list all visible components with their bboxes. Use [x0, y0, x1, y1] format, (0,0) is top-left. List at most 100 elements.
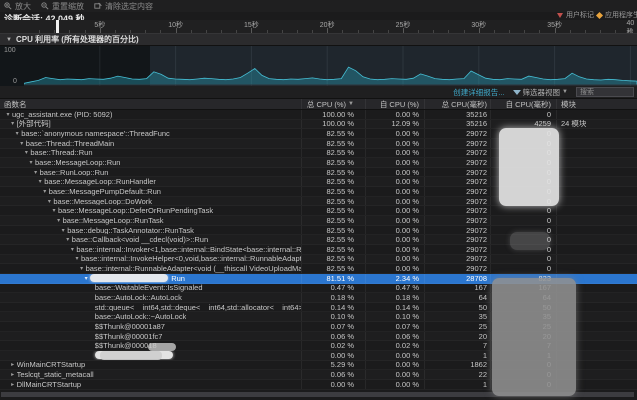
self-cpu-pct-cell: 0.00 %	[365, 235, 424, 244]
total-cpu-pct-cell: 100.00 %	[301, 110, 365, 119]
total-cpu-pct-cell: 82.55 %	[301, 206, 365, 215]
cpu-section-header[interactable]: ▼ CPU 利用率 (所有处理器的百分比)	[0, 33, 637, 46]
total-cpu-ms-cell: 1	[424, 351, 490, 360]
total-cpu-pct-cell: 0.10 %	[301, 312, 365, 321]
tree-expander-icon[interactable]: ▾	[9, 120, 17, 127]
filter-view-label: 筛选器视图	[523, 87, 561, 98]
total-cpu-ms-cell: 50	[424, 303, 490, 312]
function-name: base::MessageLoop::RunHandler	[44, 177, 156, 186]
total-cpu-ms-cell: 7	[424, 341, 490, 350]
cpu-utilization-graph[interactable]: 100 0	[0, 46, 637, 86]
total-cpu-pct-cell: 5.29 %	[301, 361, 365, 370]
zoom-reset-icon	[41, 2, 49, 10]
column-header-self-cpu-pct[interactable]: 自 CPU (%)	[365, 99, 424, 109]
self-cpu-pct-cell: 0.00 %	[365, 245, 424, 254]
total-cpu-pct-cell: 82.55 %	[301, 129, 365, 138]
module-cell	[556, 129, 637, 138]
table-row[interactable]: ▾base::internal::RunnableAdapter<void (_…	[0, 264, 637, 274]
table-row[interactable]: ▾base::MessageLoop::RunTask82.55 %0.00 %…	[0, 216, 637, 226]
self-cpu-pct-cell: 0.14 %	[365, 303, 424, 312]
column-header-total-cpu-ms[interactable]: 总 CPU(毫秒)	[424, 99, 490, 109]
total-cpu-pct-cell: 0.02 %	[301, 341, 365, 350]
total-cpu-pct-cell: 82.55 %	[301, 187, 365, 196]
total-cpu-pct-cell: 82.55 %	[301, 158, 365, 167]
tree-expander-icon[interactable]: ▾	[82, 275, 90, 282]
column-header-total-cpu-pct[interactable]: 总 CPU (%) ▼	[301, 99, 365, 109]
ruler-tick-label: 40秒	[626, 20, 634, 33]
module-cell	[556, 158, 637, 167]
cpu-section-title: CPU 利用率 (所有处理器的百分比)	[16, 34, 139, 45]
tree-expander-icon[interactable]: ▾	[41, 188, 49, 195]
search-input[interactable]	[576, 87, 634, 97]
redaction-blob-row-name	[100, 351, 162, 360]
total-cpu-pct-cell: 82.55 %	[301, 149, 365, 158]
column-header-function-name[interactable]: 函数名	[0, 99, 301, 109]
module-cell	[556, 149, 637, 158]
self-cpu-pct-cell: 0.00 %	[365, 361, 424, 370]
self-cpu-pct-cell: 12.09 %	[365, 120, 424, 129]
total-cpu-pct-cell: 82.55 %	[301, 139, 365, 148]
total-cpu-pct-cell: 0.14 %	[301, 303, 365, 312]
zoom-in-button[interactable]: 放大	[4, 1, 31, 12]
tree-expander-icon[interactable]: ▾	[18, 140, 26, 147]
column-header-self-cpu-ms[interactable]: 自 CPU(毫秒)	[490, 99, 556, 109]
tree-expander-icon[interactable]: ▾	[55, 217, 63, 224]
ruler-tick-label: 30秒	[471, 20, 486, 30]
tree-expander-icon[interactable]: ▾	[22, 149, 30, 156]
tree-expander-icon[interactable]: ▸	[9, 361, 17, 368]
tree-expander-icon[interactable]: ▾	[68, 246, 76, 253]
create-detailed-report-link[interactable]: 创建详细报告...	[453, 87, 504, 98]
total-cpu-ms-cell: 29072	[424, 255, 490, 264]
self-cpu-pct-cell: 0.00 %	[365, 129, 424, 138]
self-cpu-pct-cell: 0.02 %	[365, 341, 424, 350]
total-cpu-ms-cell: 64	[424, 293, 490, 302]
cpu-area-chart	[24, 46, 637, 86]
tree-expander-icon[interactable]: ▾	[27, 159, 35, 166]
ruler-tick-label: 25秒	[396, 20, 411, 30]
table-row[interactable]: ▾base::MessageLoop::DeferOrRunPendingTas…	[0, 206, 637, 216]
ruler-tick-label: 15秒	[244, 20, 259, 30]
function-name: base::internal::InvokeHelper<0,void,base…	[81, 255, 301, 264]
function-name: base::debug::TaskAnnotator::RunTask	[67, 226, 194, 235]
tree-expander-icon[interactable]: ▾	[36, 178, 44, 185]
tree-expander-icon[interactable]: ▾	[13, 130, 21, 137]
tree-expander-icon[interactable]: ▾	[50, 207, 58, 214]
zoom-in-label: 放大	[15, 1, 31, 12]
time-ruler[interactable]: 5秒10秒15秒20秒25秒30秒35秒40秒	[0, 20, 637, 33]
tree-expander-icon[interactable]: ▾	[32, 169, 40, 176]
y-axis-min-label: 0	[13, 78, 17, 85]
function-name: base::AutoLock::AutoLock	[95, 293, 182, 302]
self-cpu-pct-cell: 0.00 %	[365, 370, 424, 379]
total-cpu-ms-cell: 1	[424, 380, 490, 389]
total-cpu-ms-cell: 29072	[424, 245, 490, 254]
filter-view-dropdown[interactable]: 筛选器视图 ▼	[513, 87, 568, 98]
y-axis-max-label: 100	[4, 47, 16, 54]
total-cpu-ms-cell: 29072	[424, 139, 490, 148]
clear-selection-button[interactable]: 清除选定内容	[94, 1, 153, 12]
tree-expander-icon[interactable]: ▸	[9, 381, 17, 388]
tree-expander-icon[interactable]: ▸	[9, 371, 17, 378]
zoom-reset-button[interactable]: 重置缩放	[41, 1, 84, 12]
table-row[interactable]: ▾base::internal::InvokeHelper<0,void,bas…	[0, 255, 637, 265]
total-cpu-pct-cell: 82.55 %	[301, 235, 365, 244]
self-cpu-pct-cell: 0.47 %	[365, 284, 424, 293]
tree-expander-icon[interactable]: ▾	[64, 236, 72, 243]
tree-expander-icon[interactable]: ▾	[45, 198, 53, 205]
self-cpu-pct-cell: 0.00 %	[365, 264, 424, 273]
tree-expander-icon[interactable]: ▾	[4, 111, 12, 118]
self-cpu-pct-cell: 0.18 %	[365, 293, 424, 302]
tree-expander-icon[interactable]: ▾	[73, 255, 81, 262]
function-name: [外部代码]	[17, 120, 51, 129]
column-header-module[interactable]: 模块	[556, 99, 637, 109]
tree-expander-icon[interactable]: ▾	[59, 227, 67, 234]
self-cpu-pct-cell: 0.00 %	[365, 139, 424, 148]
self-cpu-pct-cell: 0.00 %	[365, 149, 424, 158]
function-name: base::`anonymous namespace'::ThreadFunc	[21, 129, 170, 138]
table-row[interactable]: ▾ugc_assistant.exe (PID: 5092)100.00 %0.…	[0, 110, 637, 120]
function-name: base::MessagePumpDefault::Run	[49, 187, 161, 196]
self-cpu-pct-cell: 0.00 %	[365, 158, 424, 167]
call-tree-header: 函数名 总 CPU (%) ▼ 自 CPU (%) 总 CPU(毫秒) 自 CP…	[0, 99, 637, 110]
self-cpu-ms-cell: 0	[490, 264, 556, 273]
tree-expander-icon[interactable]: ▾	[78, 265, 86, 272]
self-cpu-pct-cell: 0.00 %	[365, 380, 424, 389]
